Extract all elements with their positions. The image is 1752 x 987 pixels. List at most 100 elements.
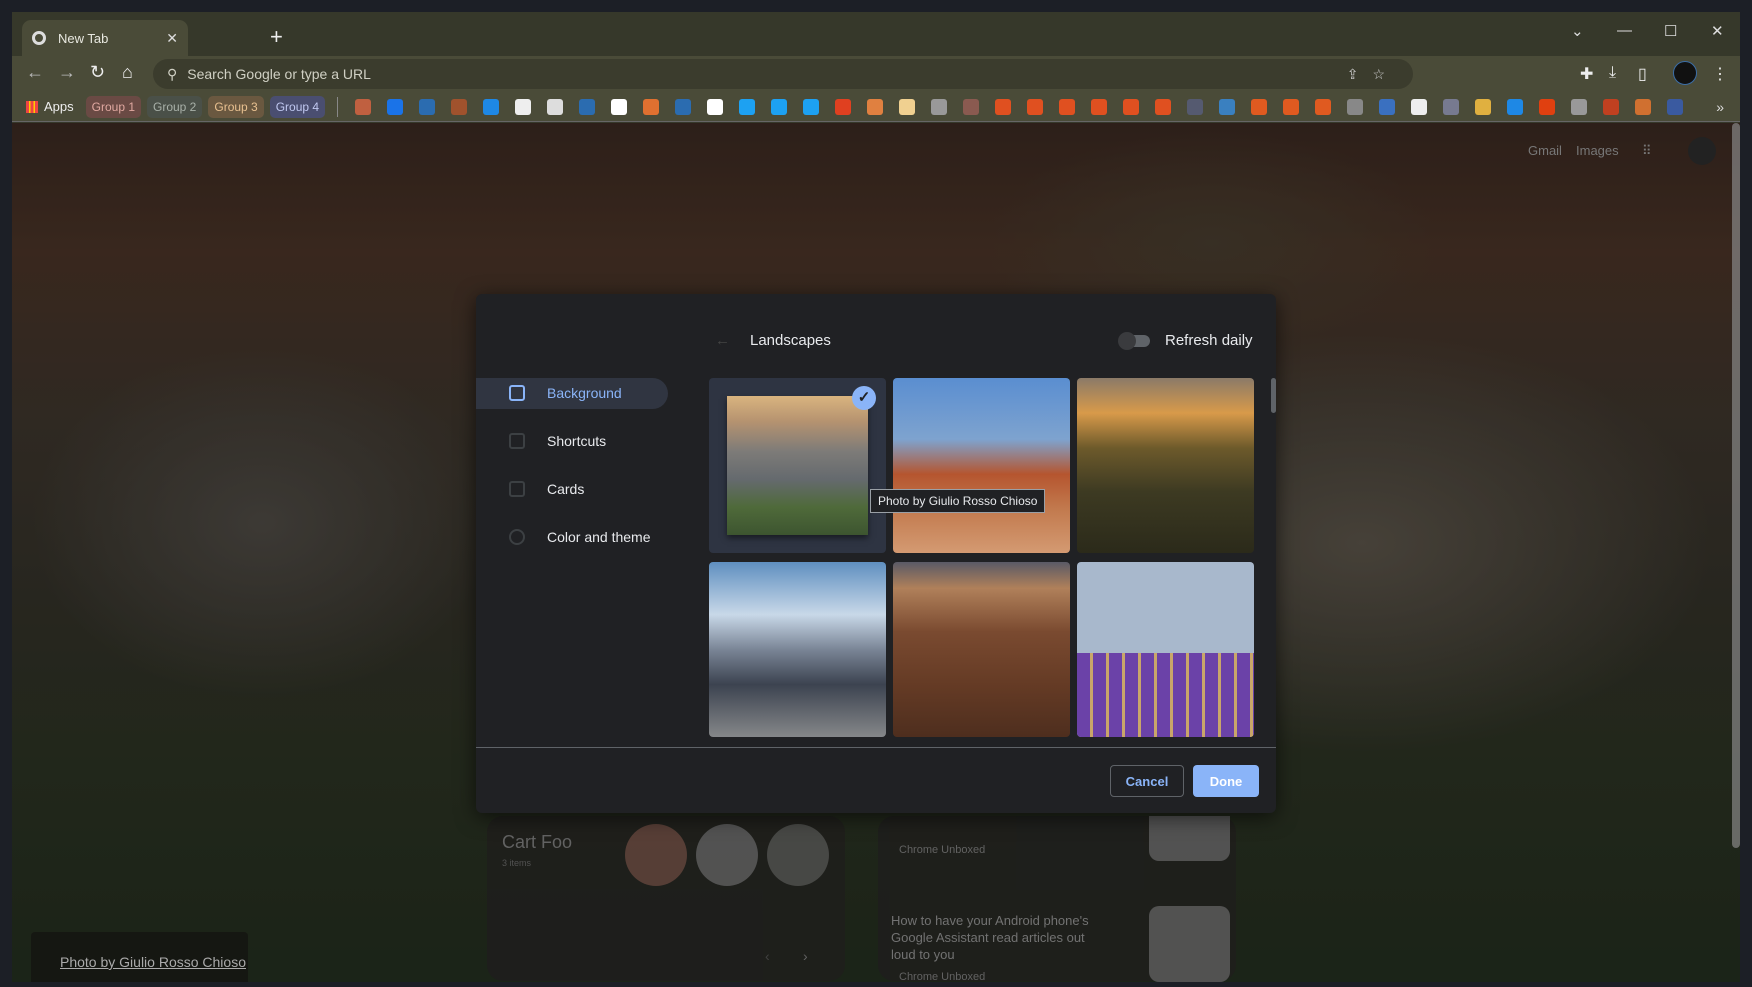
home-icon[interactable]: ⌂ [122,62,133,83]
sidebar-item-shortcuts[interactable]: Shortcuts [509,433,606,449]
bookmark-favicon-icon[interactable] [483,98,500,115]
background-tile[interactable] [709,562,886,737]
cart-card[interactable]: Cart Foo 3 items ‹ › [487,816,845,981]
photo-credit-link[interactable]: Photo by Giulio Rosso Chioso [60,954,246,970]
bookmark-favicon-icon[interactable] [1187,98,1204,115]
images-link[interactable]: Images [1576,143,1619,158]
apps-shortcut[interactable]: Apps [26,99,74,114]
bookmark-favicon-icon[interactable] [419,98,436,115]
bookmark-favicon-icon[interactable] [1123,98,1140,115]
maximize-button[interactable]: ☐ [1664,22,1677,40]
bookmark-favicon-icon[interactable] [739,98,756,115]
bookmark-favicon-icon[interactable] [867,98,884,115]
bookmark-favicon-icon[interactable] [1091,98,1108,115]
account-avatar[interactable] [1688,137,1716,165]
menu-icon[interactable]: ⋮ [1712,64,1728,84]
bookmark-favicon-icon[interactable] [835,98,852,115]
bookmark-favicon-icon[interactable] [355,98,372,115]
cart-item-image[interactable] [696,824,758,886]
bookmark-favicon-icon[interactable] [675,98,692,115]
bookmark-favicon-icon[interactable] [643,98,660,115]
article-thumbnail[interactable] [1149,906,1230,982]
bookmark-favicon-icon[interactable] [579,98,596,115]
more-bookmarks-icon[interactable]: » [1716,99,1724,115]
omnibox[interactable]: ⚲ Search Google or type a URL ⇪☆ [153,59,1413,89]
profile-avatar[interactable] [1673,61,1697,85]
forward-icon[interactable]: → [58,62,76,83]
bookmark-favicon-icon[interactable] [995,98,1012,115]
bookmark-favicon-icon[interactable] [1667,98,1684,115]
back-arrow-icon[interactable]: ← [715,332,730,349]
prev-icon[interactable]: ‹ [765,948,770,964]
background-tile[interactable] [1077,378,1254,553]
bookmark-favicon-icon[interactable] [899,98,916,115]
bookmark-favicon-icon[interactable] [1251,98,1268,115]
new-tab-button[interactable]: + [270,24,283,50]
share-icon[interactable]: ⇪ [1347,66,1373,82]
tab-search-icon[interactable]: ⌄ [1571,22,1584,40]
bookmark-favicon-icon[interactable] [1475,98,1492,115]
omnibox-input[interactable]: Search Google or type a URL [187,66,371,82]
cart-item-image[interactable] [767,824,829,886]
bookmark-favicon-icon[interactable] [1507,98,1524,115]
bookmark-favicon-icon[interactable] [387,98,404,115]
bookmark-favicon-icon[interactable] [1283,98,1300,115]
sidebar-item-cards[interactable]: Cards [509,481,584,497]
bookmark-favicon-icon[interactable] [1347,98,1364,115]
background-tile-selected[interactable]: ✓ [709,378,886,553]
news-card[interactable]: Chrome Unboxed How to have your Android … [878,816,1236,982]
bookmark-favicon-icon[interactable] [1539,98,1556,115]
bookmark-favicon-icon[interactable] [707,98,724,115]
bookmark-favicon-icon[interactable] [1315,98,1332,115]
next-icon[interactable]: › [803,948,808,964]
tab-group-4[interactable]: Group 4 [269,95,326,118]
cancel-button[interactable]: Cancel [1110,765,1184,797]
bookmark-favicon-icon[interactable] [1219,98,1236,115]
bookmark-favicon-icon[interactable] [1571,98,1588,115]
back-icon[interactable]: ← [26,62,44,83]
bookmark-favicon-icon[interactable] [1027,98,1044,115]
article-title[interactable]: How to have your Android phone's Google … [891,912,1106,963]
bookmark-favicon-icon[interactable] [1379,98,1396,115]
bookmark-favicon-icon[interactable] [1155,98,1172,115]
bookmark-favicon-icon[interactable] [931,98,948,115]
cart-item-image[interactable] [625,824,687,886]
bookmark-favicon-icon[interactable] [803,98,820,115]
dialog-scrollbar[interactable] [1271,378,1276,413]
background-tile[interactable] [893,378,1070,553]
download-icon[interactable]: ⤓ [1609,64,1616,82]
background-tile[interactable] [893,562,1070,737]
article-thumbnail[interactable] [1149,816,1230,861]
done-button[interactable]: Done [1193,765,1259,797]
bookmark-favicon-icon[interactable] [451,98,468,115]
sidebar-item-background[interactable]: Background [509,385,622,401]
bookmark-favicon-icon[interactable] [963,98,980,115]
extensions-icon[interactable]: ✚ [1580,64,1593,84]
gmail-link[interactable]: Gmail [1528,143,1562,158]
side-panel-icon[interactable]: ▯ [1638,64,1647,84]
refresh-daily-toggle[interactable] [1118,332,1150,350]
bookmark-favicon-icon[interactable] [515,98,532,115]
page-scrollbar[interactable] [1732,123,1740,848]
background-tile[interactable] [1077,562,1254,737]
bookmark-star-icon[interactable]: ☆ [1372,66,1399,82]
bookmark-favicon-icon[interactable] [1411,98,1428,115]
reload-icon[interactable]: ↻ [90,62,105,83]
minimize-button[interactable]: — [1617,22,1632,39]
tab-group-1[interactable]: Group 1 [85,95,141,118]
tab-group-3[interactable]: Group 3 [208,95,264,118]
tab-new-tab[interactable]: New Tab ✕ [22,20,188,56]
bookmark-favicon-icon[interactable] [1059,98,1076,115]
bookmark-favicon-icon[interactable] [1603,98,1620,115]
close-tab-icon[interactable]: ✕ [166,30,178,47]
sidebar-item-color-theme[interactable]: Color and theme [509,529,651,545]
bookmark-favicon-icon[interactable] [611,98,628,115]
news-source: Chrome Unboxed [899,971,986,982]
bookmark-favicon-icon[interactable] [1443,98,1460,115]
bookmark-favicon-icon[interactable] [1635,98,1652,115]
close-window-button[interactable]: ✕ [1711,22,1724,40]
bookmark-favicon-icon[interactable] [547,98,564,115]
google-apps-icon[interactable]: ⠿ [1642,143,1652,159]
bookmark-favicon-icon[interactable] [771,98,788,115]
tab-group-2[interactable]: Group 2 [147,95,203,118]
